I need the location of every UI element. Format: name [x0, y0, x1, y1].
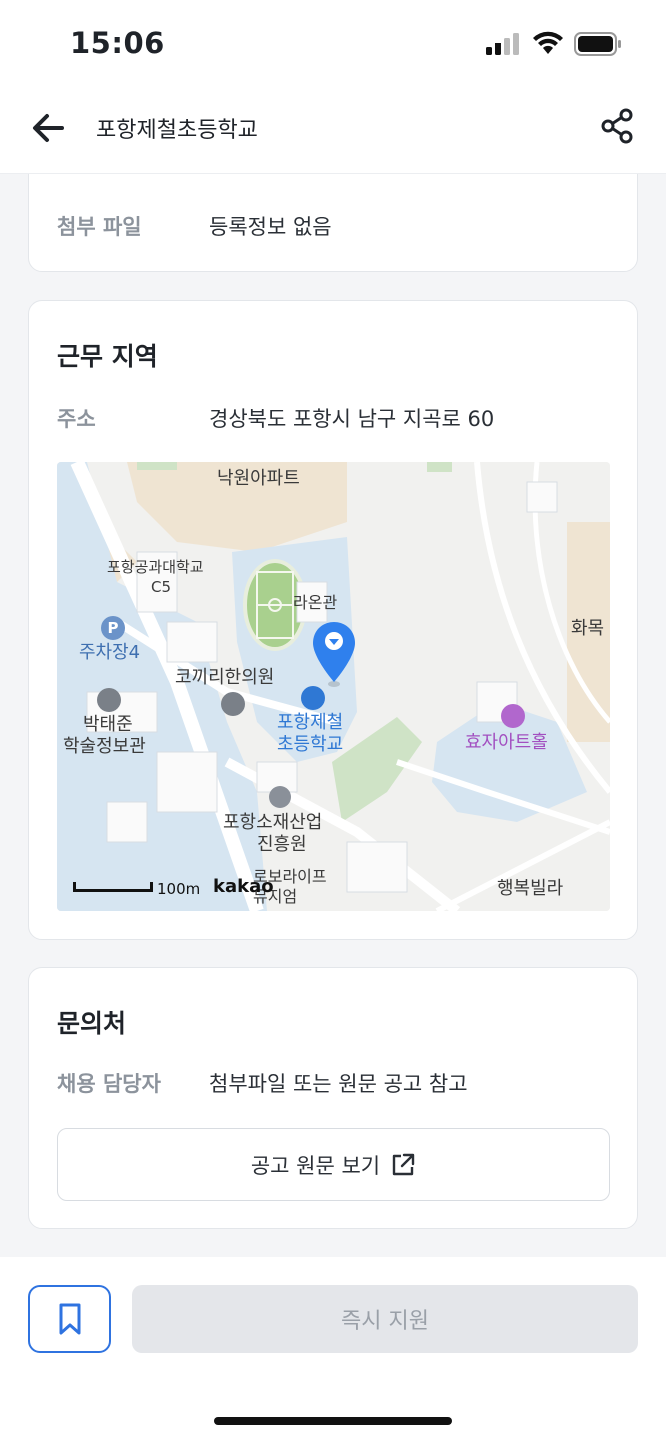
map-label-happy-villa: 행복빌라 — [497, 878, 564, 899]
work-area-card: 근무 지역 주소 경상북도 포항시 남구 지곡로 60 낙원아파트 포항공과대학… — [28, 300, 638, 940]
header-title: 포항제철초등학교 — [96, 118, 258, 143]
map-label-institute-1: 포항소재산업 — [223, 812, 323, 833]
map-label-hwamok: 화목 — [571, 618, 605, 639]
map-label-art-hall: 효자아트홀 — [465, 732, 548, 753]
view-original-label: 공고 원문 보기 — [250, 1153, 381, 1178]
address-label: 주소 — [57, 407, 96, 431]
map-label-c5: C5 — [151, 578, 172, 596]
bottom-action-bar: 즉시 지원 — [0, 1257, 666, 1440]
view-original-button[interactable]: 공고 원문 보기 — [57, 1128, 610, 1201]
map-label-institute-2: 진흥원 — [257, 834, 307, 855]
map-brand-logo: kakao — [213, 876, 274, 897]
bookmark-button[interactable] — [28, 1285, 111, 1353]
status-time: 15:06 — [70, 26, 165, 60]
map-label-parking: 주차장4 — [79, 642, 141, 663]
header-content: 포항제철초등학교 — [0, 90, 666, 174]
map-scale-bar — [73, 882, 153, 892]
map-label-raon: 라온관 — [293, 593, 338, 612]
map-label-school-1: 포항제철 — [277, 712, 344, 733]
attachment-label: 첨부 파일 — [57, 215, 142, 239]
attachment-value: 등록정보 없음 — [209, 215, 332, 239]
map-label-nakwon: 낙원아파트 — [217, 468, 300, 489]
location-map[interactable]: 낙원아파트 포항공과대학교 C5 P 주차장4 라온관 코끼리한의원 박태준 학… — [57, 462, 610, 911]
home-indicator — [214, 1417, 452, 1425]
battery-icon — [574, 32, 621, 56]
location-pin-icon — [313, 622, 355, 687]
work-area-title: 근무 지역 — [57, 342, 158, 371]
library-icon — [97, 688, 121, 712]
art-hall-icon — [501, 704, 525, 728]
back-button[interactable] — [28, 108, 68, 148]
contact-card: 문의처 채용 담당자 첨부파일 또는 원문 공고 참고 공고 원문 보기 — [28, 967, 638, 1229]
manager-label: 채용 담당자 — [57, 1072, 161, 1096]
address-value: 경상북도 포항시 남구 지곡로 60 — [209, 407, 495, 431]
cellular-signal-icon — [486, 33, 519, 55]
map-label-postech: 포항공과대학교 — [107, 558, 204, 576]
clinic-icon — [221, 692, 245, 716]
map-scale-text: 100m — [157, 880, 201, 898]
bookmark-icon — [59, 1303, 80, 1335]
map-label-clinic: 코끼리한의원 — [175, 667, 275, 688]
share-button[interactable] — [598, 106, 638, 146]
map-label-school-2: 초등학교 — [277, 734, 344, 755]
school-icon — [301, 686, 325, 710]
map-label-library-1: 박태준 — [83, 714, 133, 735]
manager-value: 첨부파일 또는 원문 공고 참고 — [209, 1072, 468, 1096]
wifi-icon — [533, 31, 563, 54]
parking-icon: P — [101, 616, 125, 640]
apply-now-button[interactable]: 즉시 지원 — [132, 1285, 638, 1353]
external-link-icon — [392, 1153, 415, 1175]
institute-icon — [269, 786, 291, 808]
status-bar: 15:06 — [0, 0, 666, 90]
map-label-library-2: 학술정보관 — [63, 736, 146, 757]
contact-title: 문의처 — [57, 1009, 127, 1038]
